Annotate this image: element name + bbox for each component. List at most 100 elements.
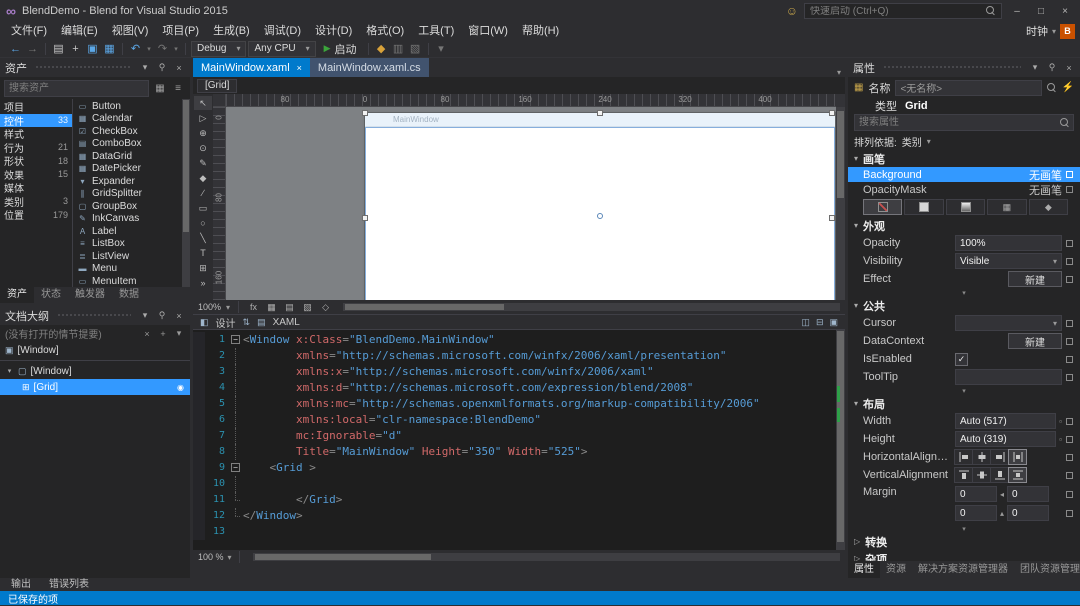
grid-view-icon[interactable]: ▦ [152, 80, 168, 96]
selection-handle[interactable] [829, 215, 835, 221]
window-position-icon[interactable]: ▾ [139, 310, 151, 321]
window-position-icon[interactable]: ▾ [139, 62, 151, 73]
brush-row-background[interactable]: Background 无画笔 [848, 167, 1080, 182]
xaml-code-editor[interactable]: 1− <Window x:Class="BlendDemo.MainWindow"… [193, 330, 845, 550]
pan-tool-icon[interactable]: ⊕ [194, 126, 212, 140]
asset-control-item[interactable]: ▤ ComboBox [77, 138, 180, 151]
stretch-h-button[interactable] [1008, 449, 1027, 465]
minimize-button[interactable]: – [1008, 6, 1026, 17]
properties-panel-header[interactable]: 属性 ▾ ⚲ × [848, 58, 1080, 77]
outline-node-window[interactable]: ▾ ▢ [Window] [0, 363, 190, 379]
section-misc[interactable]: ▷ 杂项 [848, 550, 1080, 562]
size-mode-icon[interactable]: ▫ [1059, 417, 1062, 426]
assets-scrollbar[interactable] [182, 99, 190, 287]
asset-control-item[interactable]: ▦ DataGrid [77, 150, 180, 163]
close-storyboard-icon[interactable]: × [141, 329, 153, 339]
expand-pane-icon[interactable]: ▣ [829, 317, 838, 328]
brush-row-opacitymask[interactable]: OpacityMask 无画笔 [848, 182, 1080, 197]
show-advanced-expander[interactable]: ▾ [848, 288, 1080, 297]
stretch-v-button[interactable] [1008, 467, 1027, 483]
section-common[interactable]: ▾ 公共 [848, 297, 1080, 314]
asset-control-item[interactable]: ▭ Button [77, 100, 180, 113]
solution-config-select[interactable]: Debug ▾ [191, 40, 247, 57]
close-icon[interactable]: × [173, 63, 185, 73]
solid-brush-button[interactable] [904, 199, 944, 215]
xaml-pane-label[interactable]: XAML [273, 317, 300, 328]
section-layout[interactable]: ▾ 布局 [848, 395, 1080, 412]
document-tab[interactable]: MainWindow.xaml × [193, 58, 310, 77]
asset-control-item[interactable]: A Label [77, 225, 180, 238]
asset-category-item[interactable]: 样式 [0, 127, 72, 141]
add-item-icon[interactable]: + [68, 43, 83, 55]
asset-control-item[interactable]: ▬ Menu [77, 263, 180, 276]
pin-icon[interactable]: ⚲ [1046, 62, 1058, 73]
selection-handle[interactable] [597, 110, 603, 116]
assets-panel-header[interactable]: 资产 ▾ ⚲ × [0, 58, 190, 77]
asset-control-item[interactable]: ▢ GroupBox [77, 200, 180, 213]
menu-item[interactable]: 格式(O) [359, 22, 411, 40]
property-marker[interactable] [1066, 471, 1073, 479]
design-pane-label[interactable]: 设计 [216, 315, 236, 330]
breadcrumb[interactable]: [Grid] [197, 78, 238, 93]
split-view-divider[interactable]: ◧ 设计 ⇅ ▤ XAML ◫ ⊟ ▣ [193, 314, 845, 330]
align-left-button[interactable] [954, 449, 973, 465]
show-advanced-expander[interactable]: ▾ [848, 524, 1080, 533]
storyboard-menu-icon[interactable]: ▾ [173, 328, 185, 339]
section-brushes[interactable]: ▾ 画笔 [848, 150, 1080, 167]
nav-back-icon[interactable]: ← [8, 43, 23, 55]
assets-search-input[interactable] [4, 79, 149, 97]
feedback-icon[interactable]: ☺ [786, 4, 798, 18]
zoom-tool-icon[interactable]: ⊙ [194, 141, 212, 155]
tooltip-field[interactable] [955, 369, 1062, 385]
chevron-down-icon[interactable]: ▾ [226, 303, 230, 312]
artboard-window[interactable]: MainWindow [362, 110, 835, 300]
vertical-split-icon[interactable]: ⊟ [816, 317, 824, 328]
assets-tab[interactable]: 资产 [0, 287, 34, 303]
property-marker[interactable] [1066, 275, 1073, 283]
asset-tool-icon[interactable]: » [194, 276, 212, 290]
user-avatar[interactable]: B [1060, 23, 1075, 39]
property-marker[interactable] [1066, 435, 1073, 443]
opacity-field[interactable] [955, 235, 1062, 251]
new-storyboard-icon[interactable]: + [157, 329, 169, 339]
editor-vertical-scrollbar[interactable] [836, 330, 845, 550]
redo-history-icon[interactable]: ▾ [172, 45, 180, 53]
document-tab[interactable]: MainWindow.xaml.cs [309, 58, 429, 77]
new-datacontext-button[interactable]: 新建 [1008, 333, 1062, 349]
property-search-input[interactable] [854, 114, 1074, 131]
expander-icon[interactable]: ▾ [5, 367, 14, 375]
property-marker[interactable] [1066, 171, 1073, 178]
menu-item[interactable]: 项目(P) [155, 22, 206, 40]
isenabled-checkbox[interactable]: ✓ [955, 352, 968, 366]
property-marker[interactable] [1066, 337, 1073, 345]
no-brush-button[interactable] [863, 199, 903, 215]
asset-control-item[interactable]: ≡ ListBox [77, 238, 180, 251]
asset-category-item[interactable]: 媒体 [0, 181, 72, 195]
tab-list-chevron-icon[interactable]: ▾ [837, 68, 841, 77]
snap-grid-icon[interactable]: ▦ [265, 302, 278, 313]
collapse-icon[interactable]: − [231, 335, 240, 344]
user-name[interactable]: 时钟 [1026, 23, 1048, 39]
name-field[interactable] [895, 79, 1042, 96]
property-marker[interactable] [1066, 490, 1073, 498]
snap-guides-icon[interactable]: ▧ [301, 302, 314, 313]
events-lightning-icon[interactable]: ⚡ [1062, 82, 1074, 93]
selection-handle[interactable] [362, 215, 368, 221]
asset-control-item[interactable]: ▦ Calendar [77, 113, 180, 126]
asset-control-item[interactable]: ▾ Expander [77, 175, 180, 188]
zoom-level[interactable]: 100% [198, 302, 221, 312]
property-marker[interactable] [1066, 509, 1073, 517]
close-icon[interactable]: × [1063, 63, 1075, 73]
layout-panel-tool-icon[interactable]: ⊞ [194, 261, 212, 275]
new-effect-button[interactable]: 新建 [1008, 271, 1062, 287]
property-marker[interactable] [1066, 417, 1073, 425]
property-marker[interactable] [1066, 373, 1073, 381]
outline-scope-row[interactable]: ▣ [Window] [0, 342, 190, 359]
collapse-icon[interactable]: − [231, 463, 240, 472]
menu-item[interactable]: 调试(D) [257, 22, 308, 40]
pen-tool-icon[interactable]: ∕ [194, 186, 212, 200]
asset-control-item[interactable]: ☑ CheckBox [77, 125, 180, 138]
new-project-icon[interactable]: ▤ [51, 42, 66, 55]
pin-icon[interactable]: ⚲ [156, 62, 168, 73]
profiler-icon[interactable]: ◆ [374, 42, 389, 55]
